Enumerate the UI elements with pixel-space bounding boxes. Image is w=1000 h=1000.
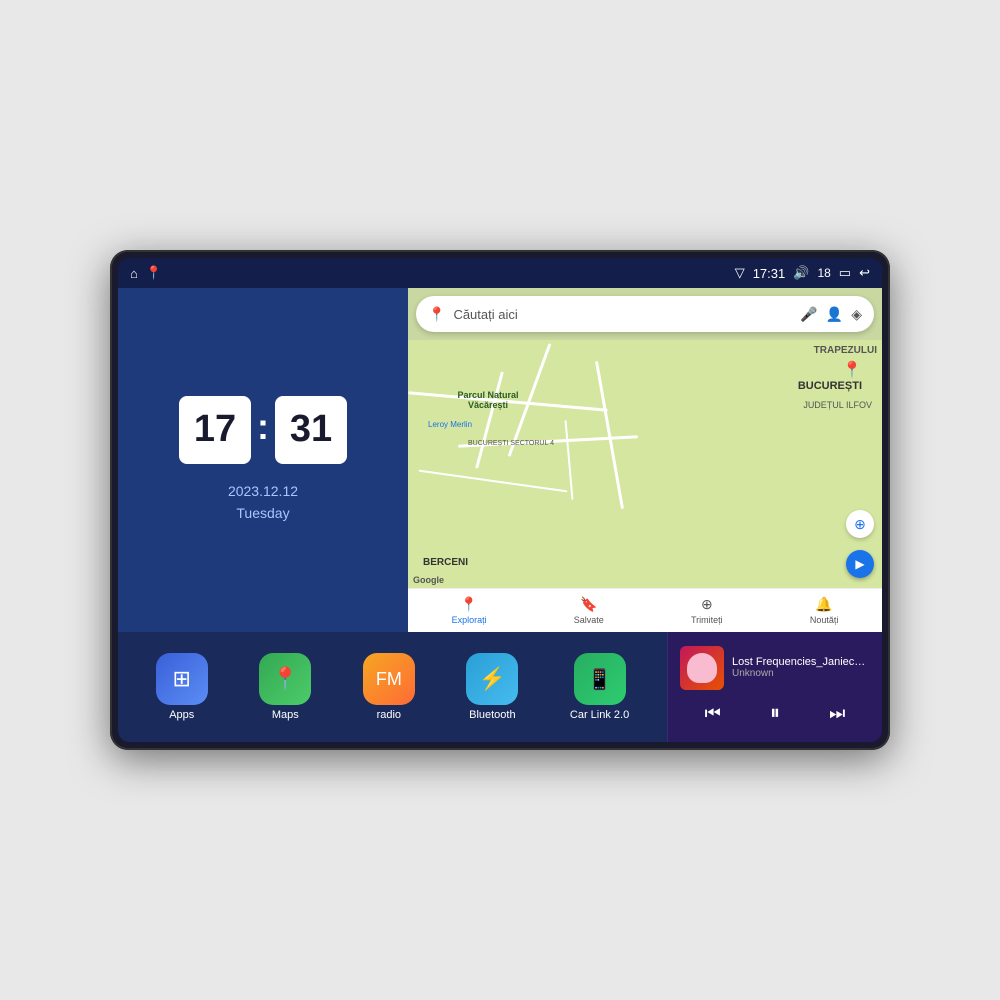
map-nav-explore-label: Explorați bbox=[452, 615, 487, 625]
status-bar-right: ▽ 17:31 🔊 18 ▭ ↩ bbox=[735, 265, 870, 281]
battery-level: 18 bbox=[817, 266, 830, 280]
status-bar: ⌂ 📍 ▽ 17:31 🔊 18 ▭ ↩ bbox=[118, 258, 882, 288]
explore-icon: 📍 bbox=[460, 596, 477, 613]
map-label-berceni: BERCENI bbox=[423, 557, 468, 568]
status-time: 17:31 bbox=[753, 266, 786, 281]
map-road-7 bbox=[565, 420, 574, 500]
music-prev-button[interactable]: ⏮ bbox=[697, 699, 729, 728]
apps-icon-bg: ⊞ bbox=[156, 653, 208, 705]
maps-icon-bg: 📍 bbox=[259, 653, 311, 705]
microphone-icon[interactable]: 🎤 bbox=[800, 306, 817, 323]
bottom-section: ⊞ Apps 📍 Maps FM radio bbox=[118, 632, 882, 742]
gps-icon: ▽ bbox=[735, 265, 745, 281]
music-play-pause-button[interactable]: ⏸ bbox=[762, 698, 788, 729]
map-bottom-nav: 📍 Explorați 🔖 Salvate ⊕ Trimiteți 🔔 bbox=[408, 588, 882, 632]
saved-icon: 🔖 bbox=[580, 596, 597, 613]
radio-icon: FM bbox=[376, 669, 402, 690]
map-nav-share[interactable]: ⊕ Trimiteți bbox=[691, 596, 723, 625]
maps-pin-icon[interactable]: 📍 bbox=[146, 265, 162, 281]
clock-colon: : bbox=[257, 409, 269, 445]
app-icons-area: ⊞ Apps 📍 Maps FM radio bbox=[118, 632, 667, 742]
status-bar-left: ⌂ 📍 bbox=[130, 265, 162, 281]
car-display-device: ⌂ 📍 ▽ 17:31 🔊 18 ▭ ↩ 17 : bbox=[110, 250, 890, 750]
map-pin-icon: 📍 bbox=[428, 306, 445, 323]
app-icon-bluetooth[interactable]: ⚡ Bluetooth bbox=[466, 653, 518, 721]
map-label-sector: BUCUREȘTI SECTORUL 4 bbox=[468, 440, 554, 447]
home-icon[interactable]: ⌂ bbox=[130, 266, 138, 281]
album-face bbox=[687, 653, 717, 683]
map-label-bucuresti: BUCUREȘTI bbox=[798, 380, 862, 392]
map-search-placeholder[interactable]: Căutați aici bbox=[453, 307, 792, 322]
map-search-actions: 🎤 👤 ◈ bbox=[800, 306, 862, 323]
map-nav-explore[interactable]: 📍 Explorați bbox=[452, 596, 487, 625]
map-road-6 bbox=[419, 470, 568, 493]
music-title: Lost Frequencies_Janieck Devy-... bbox=[732, 656, 870, 668]
music-artist: Unknown bbox=[732, 668, 870, 679]
app-icon-carlink[interactable]: 📱 Car Link 2.0 bbox=[570, 653, 629, 721]
maps-label: Maps bbox=[272, 709, 299, 721]
back-icon[interactable]: ↩ bbox=[859, 265, 870, 281]
map-nav-news[interactable]: 🔔 Noutăți bbox=[810, 596, 839, 625]
battery-icon: ▭ bbox=[839, 265, 851, 281]
music-controls: ⏮ ⏸ ⏭ bbox=[680, 698, 870, 729]
map-nav-news-label: Noutăți bbox=[810, 615, 839, 625]
map-nav-share-label: Trimiteți bbox=[691, 615, 723, 625]
map-background: Parcul Natural Văcărești Leroy Merlin BU… bbox=[408, 340, 882, 588]
radio-label: radio bbox=[377, 709, 401, 721]
google-logo: Google bbox=[413, 575, 444, 585]
map-label-park: Parcul Natural Văcărești bbox=[448, 390, 528, 410]
app-icon-apps[interactable]: ⊞ Apps bbox=[156, 653, 208, 721]
top-section: 17 : 31 2023.12.12 Tuesday 📍 Căutați aic… bbox=[118, 288, 882, 632]
news-icon: 🔔 bbox=[815, 596, 832, 613]
map-green-area-2 bbox=[408, 410, 468, 460]
apps-label: Apps bbox=[169, 709, 194, 721]
clock-panel: 17 : 31 2023.12.12 Tuesday bbox=[118, 288, 408, 632]
bluetooth-icon-bg: ⚡ bbox=[466, 653, 518, 705]
clock-hours: 17 bbox=[179, 396, 251, 464]
clock-date: 2023.12.12 Tuesday bbox=[228, 480, 298, 525]
clock-display: 17 : 31 bbox=[179, 396, 347, 464]
album-art-inner bbox=[680, 646, 724, 690]
music-info: Lost Frequencies_Janieck Devy-... Unknow… bbox=[732, 656, 870, 679]
carlink-icon-bg: 📱 bbox=[574, 653, 626, 705]
clock-minutes: 31 bbox=[275, 396, 347, 464]
volume-icon[interactable]: 🔊 bbox=[793, 265, 809, 281]
bluetooth-icon: ⚡ bbox=[479, 666, 506, 692]
device-screen: ⌂ 📍 ▽ 17:31 🔊 18 ▭ ↩ 17 : bbox=[118, 258, 882, 742]
radio-icon-bg: FM bbox=[363, 653, 415, 705]
app-icon-radio[interactable]: FM radio bbox=[363, 653, 415, 721]
share-icon: ⊕ bbox=[701, 596, 713, 613]
map-panel[interactable]: 📍 Căutați aici 🎤 👤 ◈ bbox=[408, 288, 882, 632]
map-label-leroy: Leroy Merlin bbox=[428, 420, 472, 429]
map-nav-saved[interactable]: 🔖 Salvate bbox=[574, 596, 604, 625]
map-road-2 bbox=[595, 361, 624, 509]
main-content: 17 : 31 2023.12.12 Tuesday 📍 Căutați aic… bbox=[118, 288, 882, 742]
map-label-ilfov: JUDEȚUL ILFOV bbox=[803, 400, 872, 410]
user-circle-icon[interactable]: 👤 bbox=[826, 306, 843, 323]
carlink-label: Car Link 2.0 bbox=[570, 709, 629, 721]
carlink-icon: 📱 bbox=[587, 667, 612, 692]
app-icon-maps[interactable]: 📍 Maps bbox=[259, 653, 311, 721]
map-label-trapezului: TRAPEZULUI bbox=[814, 345, 877, 356]
music-top: Lost Frequencies_Janieck Devy-... Unknow… bbox=[680, 646, 870, 690]
bluetooth-label: Bluetooth bbox=[469, 709, 515, 721]
music-album-art bbox=[680, 646, 724, 690]
maps-icon: 📍 bbox=[272, 666, 299, 692]
apps-icon: ⊞ bbox=[173, 666, 191, 692]
music-next-button[interactable]: ⏭ bbox=[821, 699, 853, 728]
map-compass-button[interactable]: ⊕ bbox=[846, 510, 874, 538]
layers-icon[interactable]: ◈ bbox=[851, 306, 862, 323]
music-player: Lost Frequencies_Janieck Devy-... Unknow… bbox=[667, 632, 882, 742]
map-search-bar[interactable]: 📍 Căutați aici 🎤 👤 ◈ bbox=[416, 296, 874, 332]
map-location-pin: 📍 bbox=[842, 360, 862, 380]
map-navigate-button[interactable]: ▶ bbox=[846, 550, 874, 578]
map-nav-saved-label: Salvate bbox=[574, 615, 604, 625]
